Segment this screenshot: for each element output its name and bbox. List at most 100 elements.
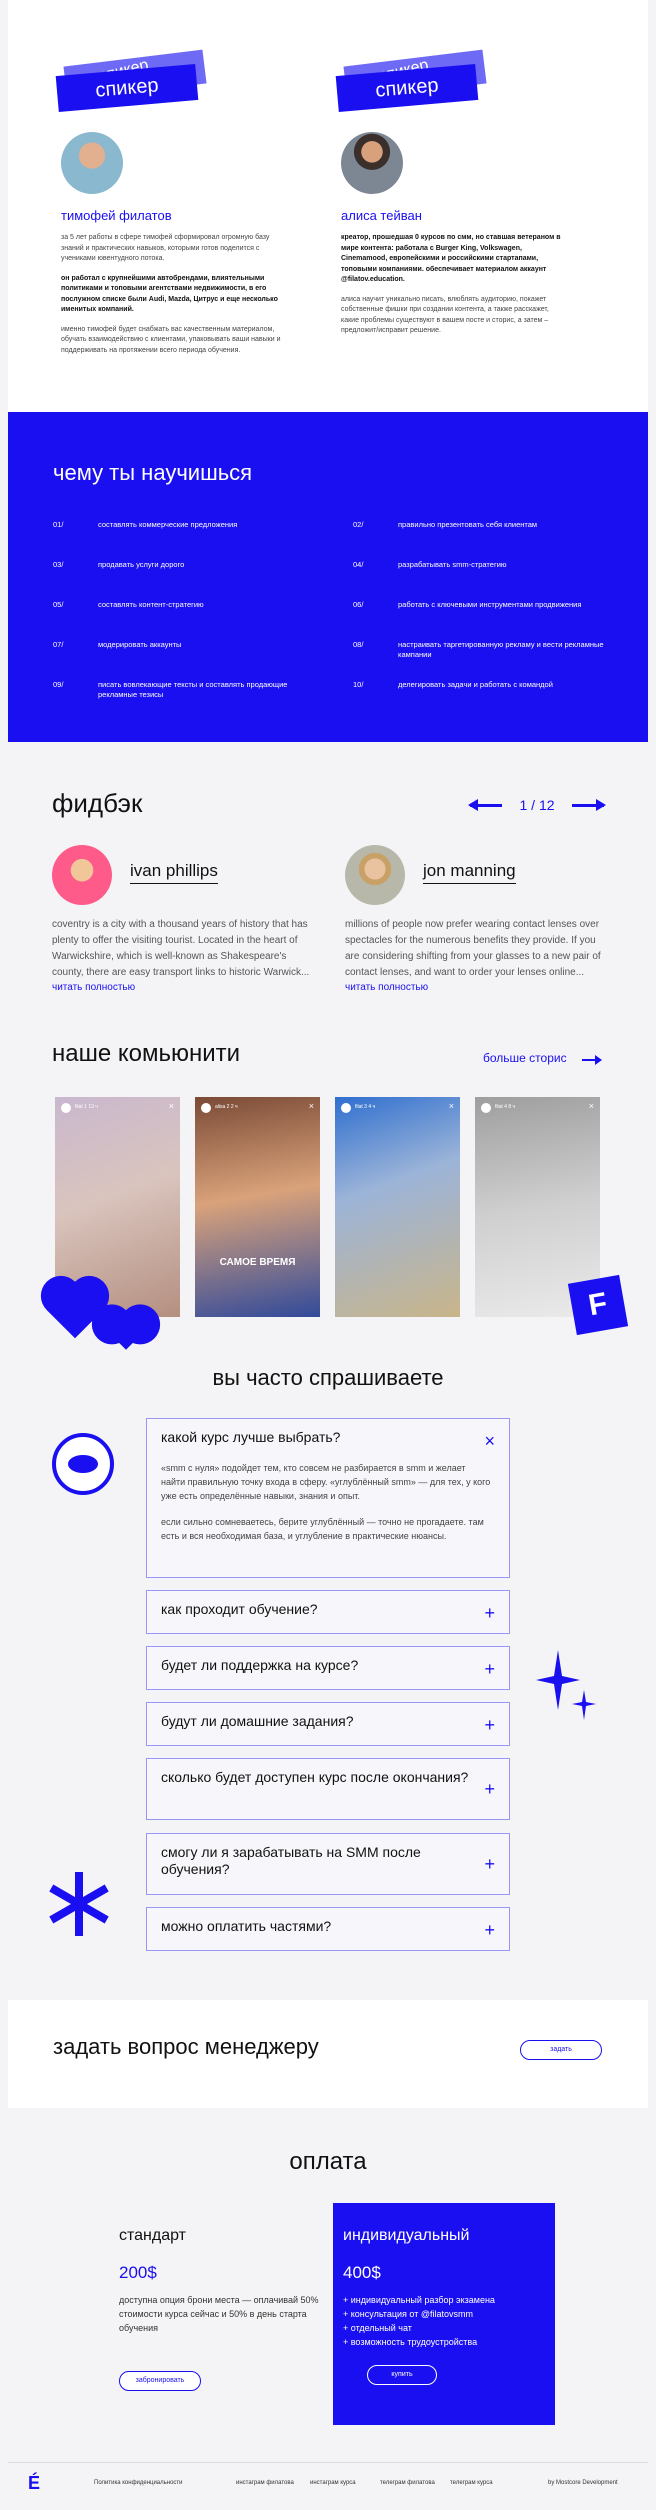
- learn-item-text: делегировать задачи и работать с командо…: [398, 680, 553, 689]
- plan-price: 200$: [119, 2263, 157, 2282]
- feedback-counter: 1 / 12: [519, 797, 555, 813]
- learn-item-number: 07/: [53, 640, 64, 649]
- faq-question: можно оплатить частями?: [161, 1918, 332, 1934]
- faq-question: как проходит обучение?: [161, 1601, 318, 1617]
- plan-feature: + индивидуальный разбор экзамена: [343, 2295, 495, 2305]
- faq-question: будут ли домашние задания?: [161, 1713, 354, 1729]
- instagram-filatov-link[interactable]: инстаграм филатова: [236, 2480, 294, 2486]
- speaker-bio-paragraph: именно тимофей будет снабжать вас качест…: [61, 325, 281, 354]
- page: спикер спикер тимофей филатов за 5 лет р…: [0, 0, 656, 2510]
- reviewer-avatar: [345, 845, 405, 905]
- ask-button[interactable]: задать: [520, 2040, 602, 2060]
- speakers-section: спикер спикер тимофей филатов за 5 лет р…: [8, 0, 648, 412]
- learn-item-number: 06/: [353, 600, 364, 609]
- speaker-tag: спикер спикер: [53, 49, 323, 124]
- telegram-course-link[interactable]: телеграм курса: [450, 2480, 493, 2486]
- reviewer-name: jon manning: [423, 861, 516, 884]
- speaker-card: спикер спикер алиса тейван креатор, прош…: [333, 49, 603, 346]
- instagram-course-link[interactable]: инстаграм курса: [310, 2480, 356, 2486]
- close-icon[interactable]: ×: [484, 1431, 495, 1452]
- read-more-link[interactable]: читать полностью: [345, 982, 428, 993]
- footer-logo[interactable]: É: [28, 2473, 40, 2494]
- plan-card-individual: индивидуальный 400$ + индивидуальный раз…: [333, 2203, 555, 2425]
- footer: É Политика конфиденциальности инстаграм …: [8, 2462, 648, 2502]
- speaker-avatar: [341, 132, 403, 194]
- community-title: наше комьюнити: [52, 1040, 241, 1067]
- close-icon[interactable]: ×: [309, 1101, 314, 1111]
- faq-question: сколько будет доступен курс после оконча…: [161, 1769, 469, 1785]
- story-avatar: [61, 1103, 71, 1113]
- speaker-name: алиса тейван: [341, 208, 422, 223]
- speaker-tag: спикер спикер: [333, 49, 603, 124]
- story-user: filat 4 8 ч: [495, 1104, 516, 1110]
- story-user: filat 3 4 ч: [355, 1104, 376, 1110]
- faq-item[interactable]: будут ли домашние задания? +: [146, 1702, 510, 1746]
- learn-item-text: модерировать аккаунты: [98, 640, 182, 649]
- faq-item[interactable]: сколько будет доступен курс после оконча…: [146, 1758, 510, 1820]
- story-card[interactable]: alisa 2 2 ч × САМОЕ ВРЕМЯ: [195, 1097, 320, 1317]
- plus-icon[interactable]: +: [484, 1920, 495, 1941]
- read-more-link[interactable]: читать полностью: [52, 982, 135, 993]
- review-text: coventry is a city with a thousand years…: [52, 919, 310, 978]
- plus-icon[interactable]: +: [484, 1603, 495, 1624]
- faq-question: будет ли поддержка на курсе?: [161, 1657, 359, 1673]
- book-button[interactable]: забронировать: [119, 2371, 201, 2391]
- privacy-link[interactable]: Политика конфиденциальности: [94, 2480, 183, 2486]
- faq-item[interactable]: можно оплатить частями? +: [146, 1907, 510, 1951]
- prev-arrow-icon[interactable]: [468, 799, 502, 811]
- faq-item[interactable]: какой курс лучше выбрать? × «smm с нуля»…: [146, 1418, 510, 1578]
- learn-item-text: составлять контент-стратегию: [98, 600, 204, 609]
- faq-item[interactable]: смогу ли я зарабатывать на SMM после обу…: [146, 1833, 510, 1895]
- learn-item-number: 04/: [353, 560, 364, 569]
- close-icon[interactable]: ×: [589, 1101, 594, 1111]
- ask-manager-title: задать вопрос менеджеру: [53, 2034, 319, 2059]
- feedback-title: фидбэк: [52, 788, 143, 818]
- plus-icon[interactable]: +: [484, 1779, 495, 1800]
- reviewer-name: ivan phillips: [130, 861, 218, 884]
- telegram-filatov-link[interactable]: телеграм филатова: [380, 2480, 435, 2486]
- learn-item-number: 10/: [353, 680, 364, 689]
- buy-button[interactable]: купить: [367, 2365, 437, 2385]
- faq-question: смогу ли я зарабатывать на SMM после обу…: [161, 1844, 421, 1877]
- learn-item-number: 09/: [53, 680, 64, 689]
- story-avatar: [201, 1103, 211, 1113]
- learn-item-number: 03/: [53, 560, 64, 569]
- speaker-bio-paragraph: он работал с крупнейшими автобрендами, в…: [61, 274, 278, 314]
- faq-item[interactable]: будет ли поддержка на курсе? +: [146, 1646, 510, 1690]
- faq-answer-paragraph: если сильно сомневаетесь, берите углублё…: [161, 1517, 484, 1541]
- speaker-card: спикер спикер тимофей филатов за 5 лет р…: [53, 49, 323, 365]
- learn-item-text: составлять коммерческие предложения: [98, 520, 238, 529]
- lips-icon: [52, 1433, 114, 1495]
- story-card[interactable]: filat 3 4 ч ×: [335, 1097, 460, 1317]
- logo-badge-icon: F: [567, 1274, 629, 1336]
- sparkle-icon: [536, 1650, 596, 1720]
- learn-item-number: 05/: [53, 600, 64, 609]
- more-stories-link[interactable]: больше сторис: [483, 1051, 567, 1065]
- plan-name: стандарт: [119, 2227, 186, 2244]
- asterisk-icon: [49, 1872, 109, 1936]
- plus-icon[interactable]: +: [484, 1715, 495, 1736]
- learn-item-number: 02/: [353, 520, 364, 529]
- story-header: filat 3 4 ч ×: [341, 1101, 454, 1115]
- close-icon[interactable]: ×: [169, 1101, 174, 1111]
- plus-icon[interactable]: +: [484, 1854, 495, 1875]
- learn-item-number: 08/: [353, 640, 364, 649]
- credit-link[interactable]: by Mostcore Development: [548, 2480, 618, 2486]
- faq-item[interactable]: как проходит обучение? +: [146, 1590, 510, 1634]
- learn-section: чему ты научишься 01/составлять коммерче…: [8, 412, 648, 742]
- arrow-right-icon[interactable]: [582, 1055, 602, 1065]
- next-arrow-icon[interactable]: [572, 799, 606, 811]
- plus-icon[interactable]: +: [484, 1659, 495, 1680]
- close-icon[interactable]: ×: [449, 1101, 454, 1111]
- learn-item-text: продавать услуги дорого: [98, 560, 185, 569]
- learn-title: чему ты научишься: [53, 460, 253, 485]
- faq-question: какой курс лучше выбрать?: [161, 1429, 341, 1445]
- story-header: alisa 2 2 ч ×: [201, 1101, 314, 1115]
- review-text: millions of people now prefer wearing co…: [345, 919, 601, 978]
- reviewer-avatar: [52, 845, 112, 905]
- speaker-bio: за 5 лет работы в сфере тимофей сформиро…: [61, 233, 281, 356]
- plan-name: индивидуальный: [343, 2227, 470, 2244]
- speaker-bio: креатор, прошедшая 0 курсов по смм, но с…: [341, 233, 561, 337]
- story-header: filat 4 8 ч ×: [481, 1101, 594, 1115]
- ask-manager-section: задать вопрос менеджеру задать: [8, 2000, 648, 2108]
